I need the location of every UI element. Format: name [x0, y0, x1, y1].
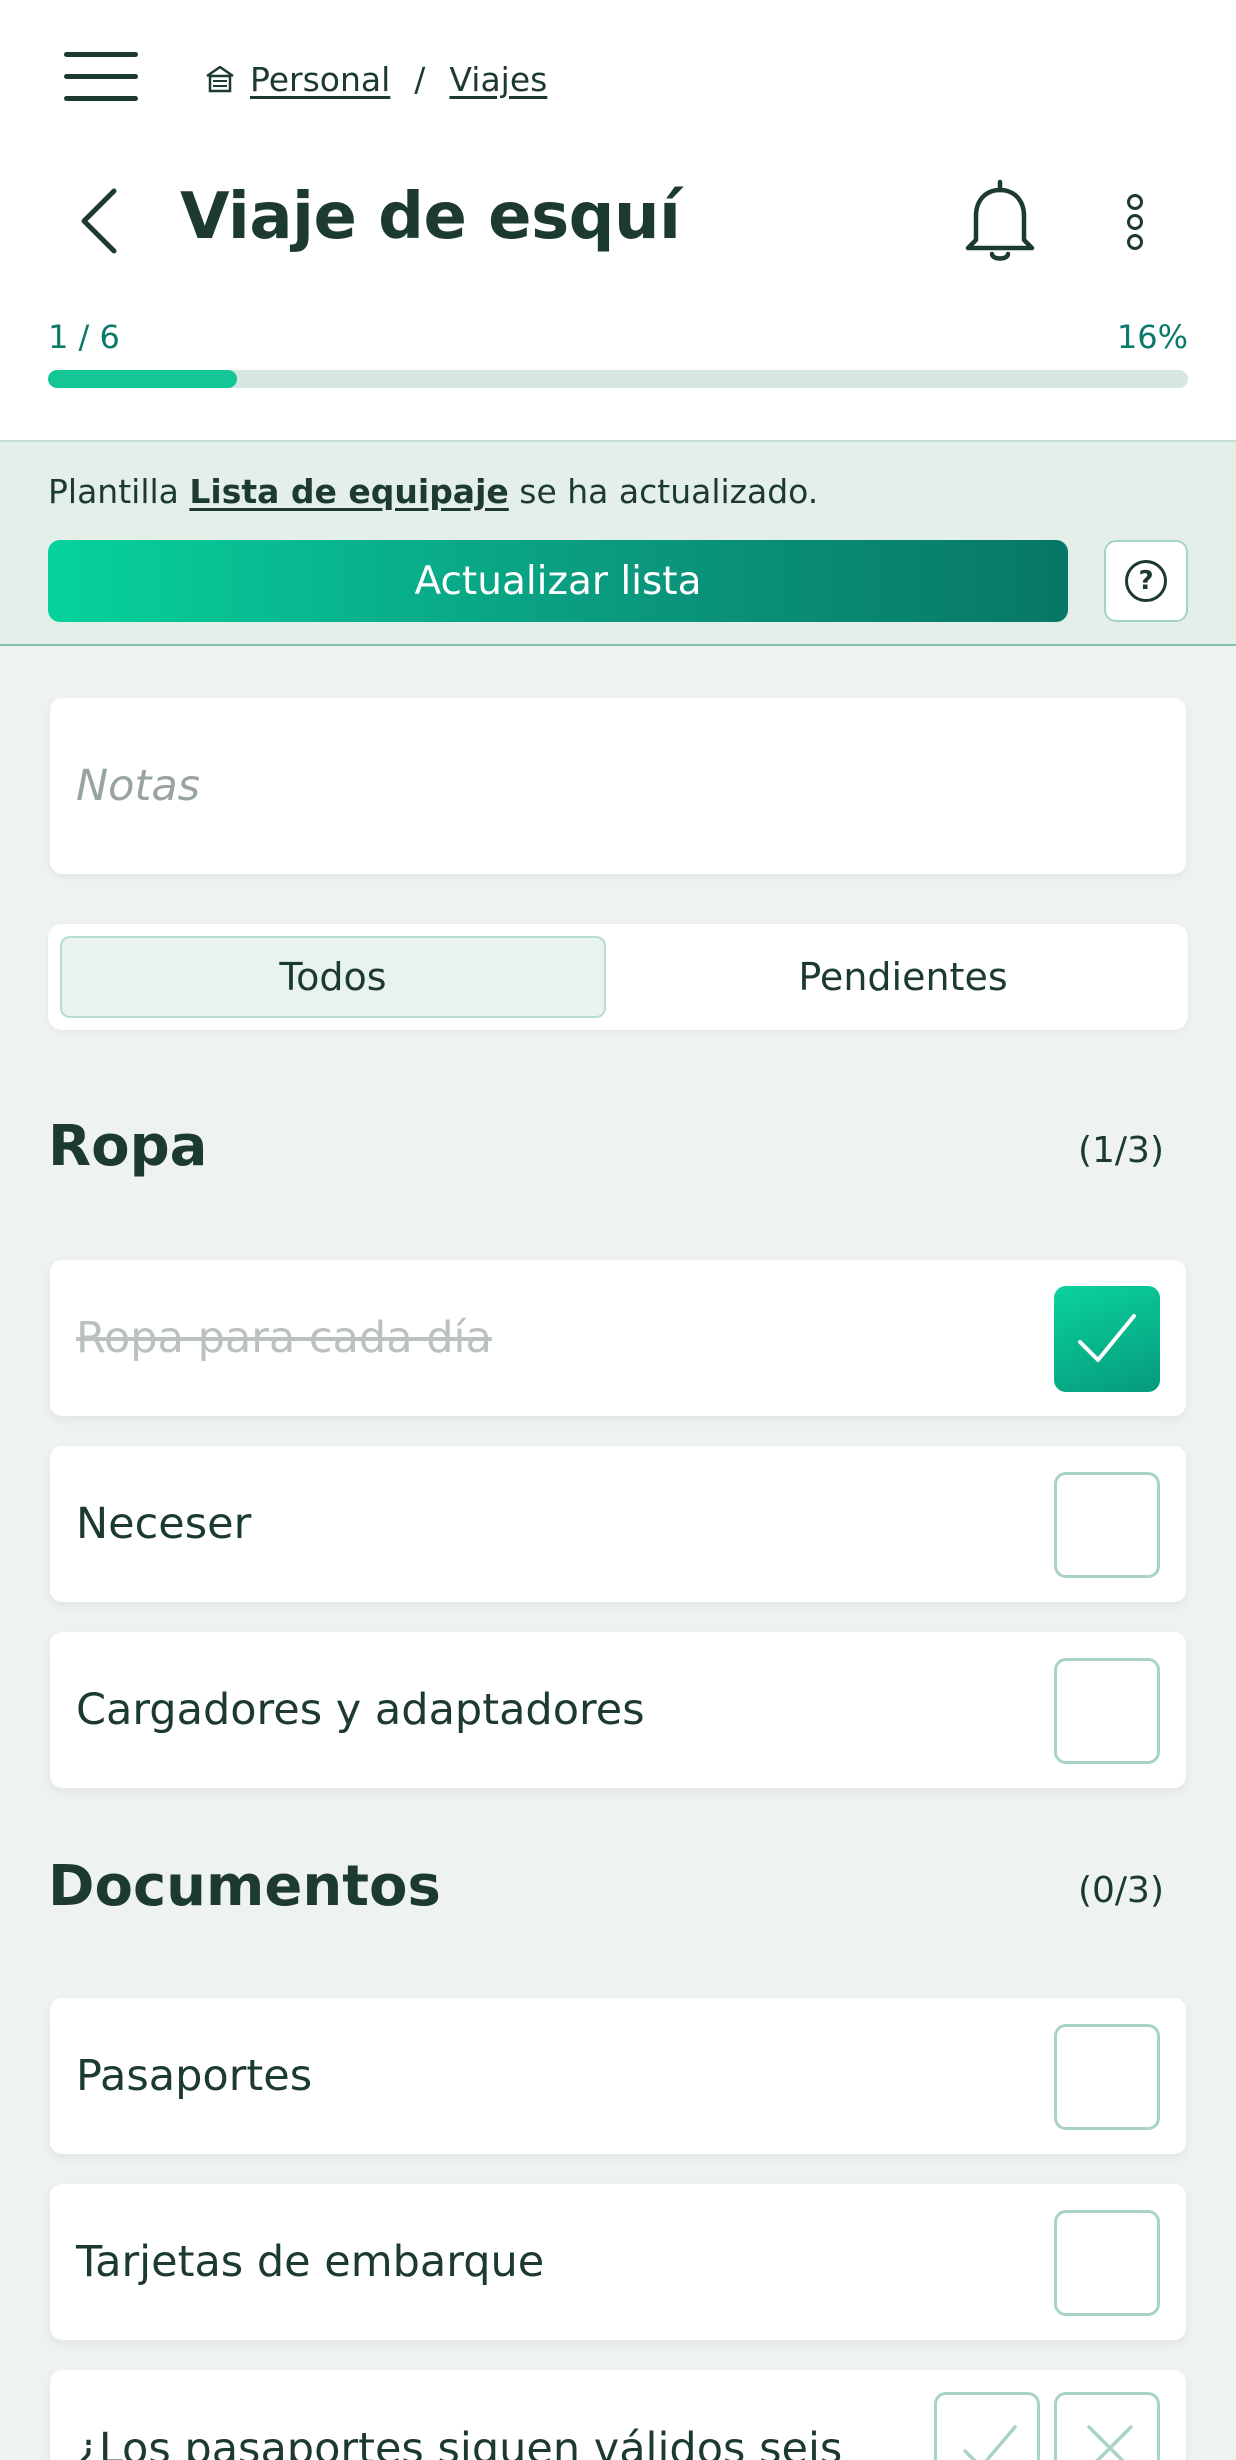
- more-vertical-icon-dot: [1127, 234, 1143, 250]
- bell-icon: [965, 179, 1035, 261]
- item-label: Neceser: [76, 1499, 252, 1549]
- more-options-button[interactable]: [1110, 188, 1160, 258]
- page-title: Viaje de esquí: [180, 180, 681, 254]
- section-count-documentos: (0/3): [1077, 1870, 1164, 1911]
- list-item[interactable]: Cargadores y adaptadores: [50, 1632, 1186, 1788]
- item-checkbox[interactable]: [1054, 2024, 1160, 2130]
- notes-input[interactable]: [50, 698, 1186, 874]
- section-title-documentos: Documentos: [48, 1854, 441, 1919]
- item-label: Pasaportes: [76, 2051, 313, 2101]
- breadcrumb: Personal / Viajes: [204, 56, 547, 102]
- item-checkbox[interactable]: [1054, 2210, 1160, 2316]
- template-update-banner: Plantilla Lista de equipaje se ha actual…: [0, 440, 1236, 646]
- home-icon: [206, 65, 234, 93]
- menu-line: [64, 52, 138, 57]
- menu-line: [64, 96, 138, 101]
- question-circle-icon: ?: [1125, 560, 1167, 602]
- item-checkbox[interactable]: [1054, 1658, 1160, 1764]
- notifications-button[interactable]: [960, 176, 1040, 266]
- breadcrumb-link-viajes[interactable]: Viajes: [449, 60, 547, 99]
- template-link[interactable]: Lista de equipaje: [189, 472, 508, 511]
- list-item[interactable]: Ropa para cada día: [50, 1260, 1186, 1416]
- item-checkbox[interactable]: [1054, 1286, 1160, 1392]
- banner-message: Plantilla Lista de equipaje se ha actual…: [48, 472, 818, 511]
- list-item[interactable]: Pasaportes: [50, 1998, 1186, 2154]
- list-item[interactable]: Neceser: [50, 1446, 1186, 1602]
- breadcrumb-link-personal[interactable]: Personal: [250, 60, 390, 99]
- progress-count: 1 / 6: [48, 318, 120, 356]
- menu-icon[interactable]: [64, 52, 138, 102]
- back-button[interactable]: [76, 186, 126, 256]
- progress-bar: [48, 370, 1188, 388]
- more-vertical-icon-dot: [1127, 194, 1143, 210]
- more-vertical-icon-dot: [1127, 214, 1143, 230]
- update-list-button[interactable]: Actualizar lista: [48, 540, 1068, 622]
- item-label: Cargadores y adaptadores: [76, 1685, 645, 1735]
- section-count-ropa: (1/3): [1077, 1130, 1164, 1171]
- chevron-left-icon: [81, 188, 117, 254]
- question-item: ¿Los pasaportes siguen válidos seis: [50, 2370, 1186, 2460]
- list-item[interactable]: Tarjetas de embarque: [50, 2184, 1186, 2340]
- item-checkbox[interactable]: [1054, 1472, 1160, 1578]
- question-label: ¿Los pasaportes siguen válidos seis: [76, 2424, 843, 2460]
- progress-bar-fill: [48, 370, 238, 388]
- yes-button[interactable]: [934, 2392, 1040, 2460]
- banner-prefix: Plantilla: [48, 472, 190, 511]
- checkmark-icon: [1078, 1314, 1136, 1362]
- banner-suffix: se ha actualizado.: [508, 472, 819, 511]
- tab-todos[interactable]: Todos: [60, 936, 606, 1018]
- filter-tabs: Todos Pendientes: [48, 924, 1188, 1030]
- item-label: Tarjetas de embarque: [76, 2237, 545, 2287]
- no-button[interactable]: [1054, 2392, 1160, 2460]
- progress-percent: 16%: [1116, 318, 1188, 356]
- tab-pendientes[interactable]: Pendientes: [630, 936, 1176, 1018]
- checkmark-icon: [963, 2425, 1017, 2460]
- help-button[interactable]: ?: [1104, 540, 1188, 622]
- section-title-ropa: Ropa: [48, 1114, 208, 1179]
- item-label: Ropa para cada día: [76, 1313, 492, 1363]
- breadcrumb-separator: /: [414, 59, 426, 99]
- menu-line: [64, 74, 138, 79]
- close-icon: [1087, 2425, 1133, 2460]
